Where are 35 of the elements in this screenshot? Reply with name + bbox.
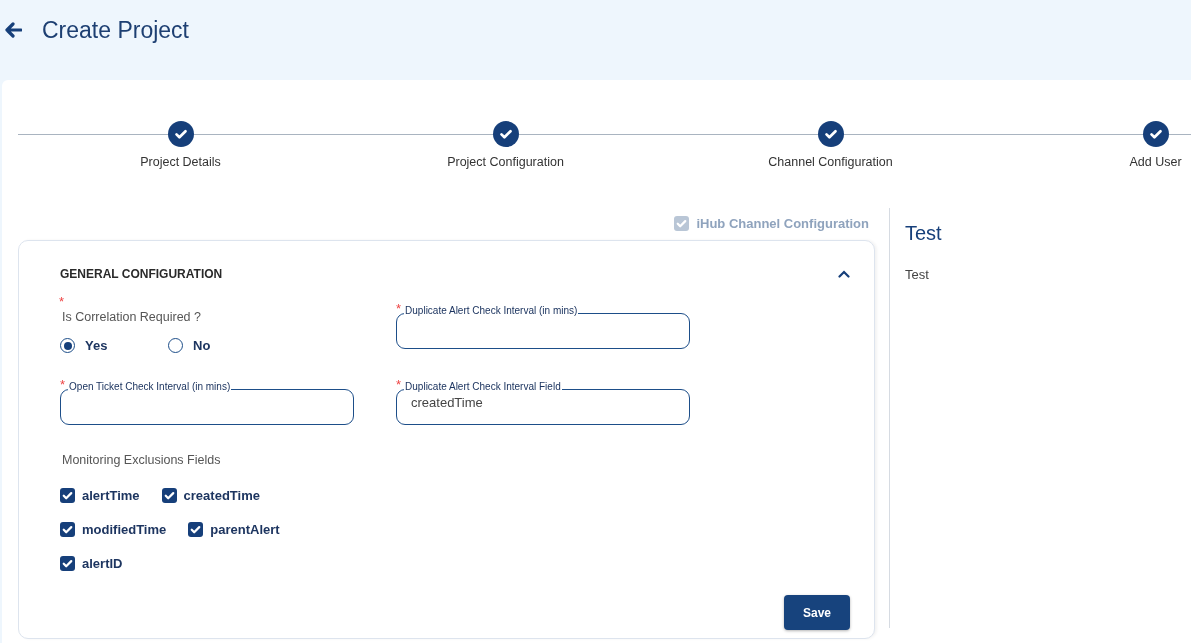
- checkbox-label: parentAlert: [210, 522, 280, 537]
- checkbox[interactable]: [60, 488, 75, 503]
- page-title: Create Project: [42, 16, 189, 44]
- step-label: Project Configuration: [447, 155, 564, 169]
- back-arrow-icon[interactable]: [4, 22, 22, 38]
- checkbox[interactable]: [161, 488, 177, 503]
- field-label: Duplicate Alert Check Interval (in mins): [404, 305, 579, 317]
- save-button[interactable]: Save: [784, 595, 850, 630]
- checkbox-label: alertID: [82, 556, 123, 571]
- radio-button[interactable]: [60, 338, 75, 353]
- step-label: Channel Configuration: [768, 155, 893, 169]
- field-label: Open Ticket Check Interval (in mins): [68, 381, 232, 393]
- checkbox-label: createdTime: [183, 488, 260, 503]
- field-label: Duplicate Alert Check Interval Field: [404, 381, 562, 393]
- chevron-up-icon[interactable]: [838, 270, 850, 278]
- radio-label: No: [193, 338, 211, 353]
- step-label: Project Details: [140, 155, 221, 169]
- checkbox[interactable]: [60, 556, 75, 571]
- checkbox-label: alertTime: [82, 488, 140, 503]
- required-mark: *: [59, 297, 66, 307]
- radio-button[interactable]: [168, 338, 183, 353]
- question-label: Is Correlation Required ?: [62, 310, 202, 324]
- checkbox[interactable]: [60, 522, 75, 537]
- section-title: GENERAL CONFIGURATION: [60, 267, 223, 281]
- radio-label: Yes: [85, 338, 108, 353]
- required-mark: *: [396, 379, 402, 391]
- group-label: Monitoring Exclusions Fields: [62, 453, 222, 467]
- checkbox[interactable]: [188, 522, 204, 537]
- checkbox-label: modifiedTime: [82, 522, 167, 537]
- panel-title: Test: [905, 222, 943, 245]
- panel-text: Test: [905, 267, 930, 282]
- required-mark: *: [60, 379, 66, 391]
- checkbox-label: iHub Channel Configuration: [696, 216, 869, 231]
- step-label: Add User: [1129, 155, 1182, 169]
- required-mark: *: [396, 303, 402, 315]
